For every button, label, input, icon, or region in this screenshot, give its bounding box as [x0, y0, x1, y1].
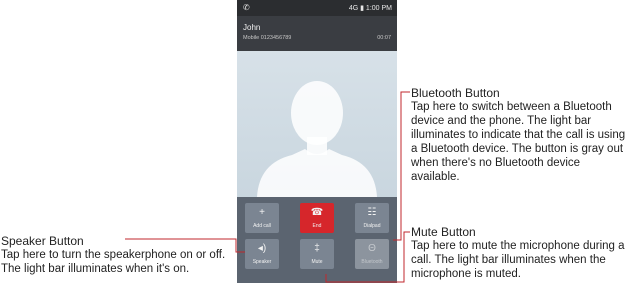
mute-callout-title: Mute Button — [411, 225, 476, 239]
speaker-callout-text: Tap here to turn the speakerphone on or … — [1, 249, 226, 275]
mute-callout: Mute Button Tap here to mute the microph… — [411, 225, 626, 281]
bluetooth-callout: Bluetooth Button Tap here to switch betw… — [411, 86, 626, 184]
speaker-callout: Speaker Button Tap here to turn the spea… — [1, 234, 231, 276]
bluetooth-callout-line — [393, 91, 410, 241]
mute-callout-text: Tap here to mute the microphone during a… — [411, 240, 625, 280]
bluetooth-callout-text: Tap here to switch between a Bluetooth d… — [411, 101, 626, 183]
bluetooth-callout-title: Bluetooth Button — [411, 86, 500, 100]
speaker-callout-title: Speaker Button — [1, 234, 84, 248]
